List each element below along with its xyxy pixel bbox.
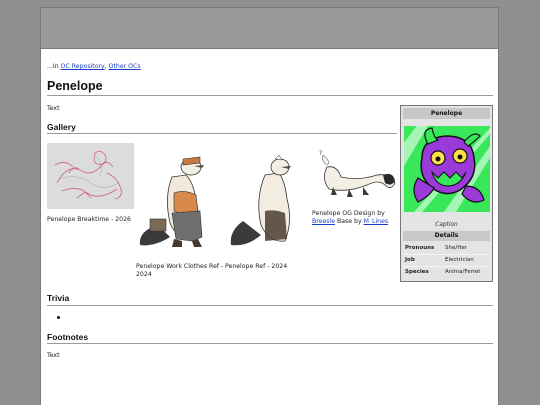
breadcrumb-link-other-ocs[interactable]: Other OCs <box>109 63 141 70</box>
infobox-caption: Caption <box>435 222 458 228</box>
infobox-details-header: Details <box>403 231 490 241</box>
infobox-row-job: Job Electrician <box>403 255 490 266</box>
infobox-key: Pronouns <box>405 245 435 251</box>
gallery-image-ref[interactable] <box>225 154 311 249</box>
gallery-image-og-design[interactable]: ? <box>313 145 397 201</box>
section-heading-gallery: Gallery <box>47 122 76 132</box>
infobox-portrait[interactable] <box>394 116 490 212</box>
gallery-caption-og-design: Penelope OG Design by Breesle Base by M_… <box>312 210 398 226</box>
infobox-key: Species <box>405 269 429 275</box>
breadcrumb-prefix: ...In <box>47 63 61 70</box>
intro-text: Text <box>47 105 60 112</box>
infobox-title: Penelope <box>403 108 490 119</box>
og-design-caption-prefix: Penelope OG Design by <box>312 210 385 217</box>
section-heading-trivia: Trivia <box>47 293 70 303</box>
link-breesle[interactable]: Breesle <box>312 218 335 225</box>
breadcrumb-link-oc-repository[interactable]: OC Repository <box>61 63 105 70</box>
svg-text:?: ? <box>319 150 322 157</box>
infobox-key: Job <box>405 257 415 263</box>
section-heading-footnotes: Footnotes <box>47 332 89 342</box>
footnotes-text: Text <box>47 352 60 359</box>
gallery-caption-breaktime: Penelope Breaktime - 2026 <box>47 216 131 223</box>
gallery-image-work-clothes-ref[interactable] <box>136 153 222 249</box>
gallery-image-breaktime[interactable] <box>47 143 134 209</box>
og-design-caption-mid: Base by <box>335 218 364 225</box>
link-m-lines[interactable]: M_Lines <box>364 218 389 225</box>
footnotes-divider <box>47 343 493 344</box>
page-title: Penelope <box>47 79 103 93</box>
infobox-value: Electrician <box>445 257 474 263</box>
infobox-value: She/Her <box>445 245 467 251</box>
character-infobox: Penelope Caption Details Pronouns She/He… <box>394 105 493 282</box>
infobox-row-pronouns: Pronouns She/Her <box>403 243 490 254</box>
title-divider <box>47 95 493 96</box>
gallery-caption-ref: Penelope Ref - 2024 <box>225 263 288 270</box>
gallery-divider <box>47 133 397 134</box>
site-header-bar <box>40 7 499 49</box>
breadcrumb: ...In OC Repository, Other OCs <box>47 63 141 70</box>
trivia-divider <box>47 305 493 306</box>
infobox-value: Anima/Ferret <box>445 269 481 275</box>
gallery-caption-work-clothes-ref: Penelope Work Clothes Ref - 2024 <box>136 263 224 278</box>
infobox-row-species: Species Anima/Ferret <box>403 267 490 278</box>
page-content: ...In OC Repository, Other OCs Penelope … <box>40 49 499 405</box>
trivia-bullet <box>57 316 60 319</box>
